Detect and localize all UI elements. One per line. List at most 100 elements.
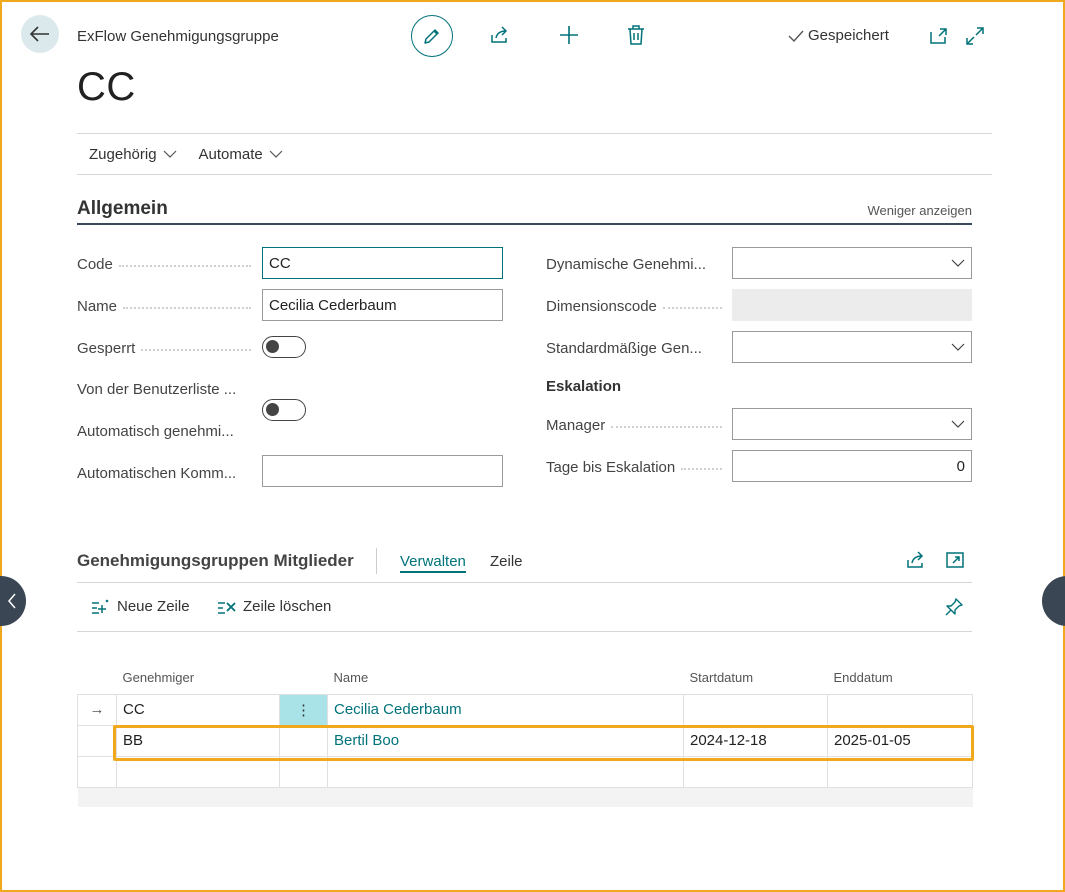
chevron-down-icon	[951, 343, 965, 351]
page-title: CC	[77, 65, 136, 109]
trash-icon	[627, 25, 645, 45]
new-line-icon	[91, 599, 111, 615]
field-label-code: Code	[77, 253, 257, 275]
days-field[interactable]: 0	[732, 450, 972, 482]
arrow-left-icon	[30, 26, 50, 42]
highlight-box	[113, 725, 974, 761]
pencil-icon	[423, 27, 441, 45]
part-expand-button[interactable]	[944, 549, 966, 571]
cell-name-link[interactable]: Cecilia Cederbaum	[327, 693, 684, 726]
label-text: Gesperrt	[77, 339, 136, 357]
cell-start[interactable]	[683, 693, 828, 726]
menu-related[interactable]: Zugehörig	[89, 146, 177, 163]
menu-related-label: Zugehörig	[89, 145, 157, 163]
header-approver[interactable]: Genehmiger	[117, 662, 280, 694]
table-header-row: Genehmiger Name Startdatum Enddatum	[78, 662, 973, 694]
action-bar: Zugehörig Automate	[77, 133, 992, 175]
label-text: Dimensionscode	[546, 297, 657, 315]
edit-button[interactable]	[411, 15, 453, 57]
dimension-field	[732, 289, 972, 321]
open-new-window-button[interactable]	[928, 25, 950, 47]
section-divider	[77, 223, 972, 225]
label-text: Code	[77, 255, 113, 273]
field-label-manager: Manager	[546, 414, 728, 436]
label-text: Von der Benutzerliste ...	[77, 380, 237, 398]
tab-manage[interactable]: Verwalten	[400, 553, 466, 573]
delete-line-icon	[217, 599, 237, 615]
share-icon	[906, 551, 926, 569]
checkmark-icon	[788, 30, 804, 42]
field-label-default-gen: Standardmäßige Gen...	[546, 337, 728, 359]
chevron-down-icon	[269, 150, 283, 158]
escalation-heading: Eskalation	[546, 378, 622, 395]
chevron-down-icon	[951, 259, 965, 267]
menu-automate-label: Automate	[198, 145, 263, 163]
delete-line-button[interactable]: Zeile löschen	[217, 598, 331, 615]
row-menu-button[interactable]: ⋮	[279, 693, 328, 726]
field-label-auto-approve: Automatisch genehmi...	[77, 420, 257, 442]
field-label-dynamic: Dynamische Genehmi...	[546, 253, 728, 275]
field-label-from-userlist: Von der Benutzerliste ...	[77, 378, 257, 400]
share-icon	[490, 26, 510, 44]
plus-icon	[559, 25, 579, 45]
open-in-new-icon	[929, 27, 949, 45]
members-part-title: Genehmigungsgruppen Mitglieder	[77, 551, 354, 570]
section-title-general: Allgemein	[77, 198, 168, 219]
new-button[interactable]	[558, 24, 580, 46]
pin-button[interactable]	[943, 596, 965, 618]
field-label-blocked: Gesperrt	[77, 337, 257, 359]
row-indicator	[77, 724, 117, 757]
show-less-link[interactable]: Weniger anzeigen	[867, 203, 972, 218]
part-share-button[interactable]	[905, 549, 927, 571]
table-row[interactable]: → CC ⋮ Cecilia Cederbaum	[77, 693, 973, 726]
expand-icon	[965, 26, 985, 46]
manager-select[interactable]	[732, 408, 972, 440]
label-text: Manager	[546, 416, 606, 434]
tab-line[interactable]: Zeile	[490, 553, 523, 570]
header-end[interactable]: Enddatum	[828, 662, 973, 694]
expand-box-icon	[945, 551, 965, 569]
label-text: Automatischen Komm...	[77, 464, 237, 482]
cell-end[interactable]	[827, 693, 973, 726]
header-start[interactable]: Startdatum	[684, 662, 828, 694]
dynamic-select[interactable]	[732, 247, 972, 279]
table-footer-spacer	[77, 787, 973, 807]
pin-icon	[944, 597, 964, 617]
cell-approver[interactable]: CC	[116, 693, 280, 726]
label-text: Automatisch genehmi...	[77, 422, 234, 440]
row-indicator-arrow-icon: →	[77, 693, 117, 726]
default-gen-select[interactable]	[732, 331, 972, 363]
save-status-label: Gespeichert	[808, 27, 889, 44]
label-text: Name	[77, 297, 118, 315]
share-button[interactable]	[489, 24, 511, 46]
delete-button[interactable]	[625, 24, 647, 46]
new-line-button[interactable]: Neue Zeile	[91, 598, 190, 615]
auto-comment-field[interactable]	[262, 455, 503, 487]
field-label-name: Name	[77, 295, 257, 317]
code-field[interactable]: CC	[262, 247, 503, 279]
label-text: Standardmäßige Gen...	[546, 339, 702, 357]
row-indicator	[77, 755, 117, 788]
save-status: Gespeichert	[788, 27, 889, 44]
name-field[interactable]: Cecilia Cederbaum	[262, 289, 503, 321]
blocked-toggle[interactable]	[262, 336, 306, 358]
back-button[interactable]	[21, 15, 59, 53]
label-text: Tage bis Eskalation	[546, 458, 676, 476]
new-line-label: Neue Zeile	[117, 598, 190, 615]
label-text: Dynamische Genehmi...	[546, 255, 707, 273]
header-marker	[78, 662, 117, 694]
page-kicker: ExFlow Genehmigungsgruppe	[77, 28, 279, 45]
expand-button[interactable]	[964, 25, 986, 47]
delete-line-label: Zeile löschen	[243, 598, 332, 615]
members-toolbar: Neue Zeile Zeile löschen	[77, 582, 972, 632]
header-name[interactable]: Name	[328, 662, 684, 694]
from-userlist-toggle[interactable]	[262, 399, 306, 421]
menu-automate[interactable]: Automate	[199, 146, 283, 163]
part-separator	[376, 548, 377, 574]
field-label-auto-comment: Automatischen Komm...	[77, 462, 257, 484]
header-menu	[280, 662, 328, 694]
chevron-down-icon	[163, 150, 177, 158]
field-label-dimension: Dimensionscode	[546, 295, 728, 317]
chevron-left-icon	[7, 593, 17, 609]
chevron-down-icon	[951, 420, 965, 428]
